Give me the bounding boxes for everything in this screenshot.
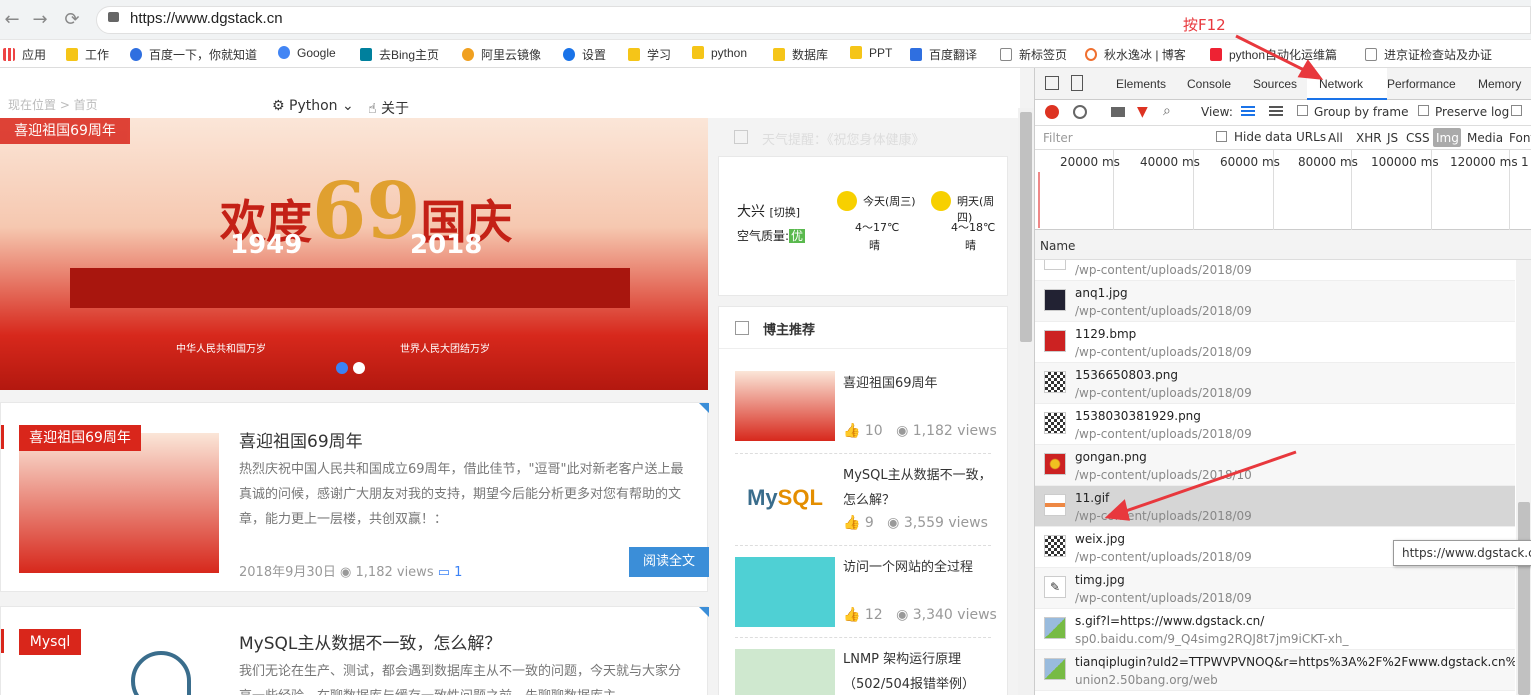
arrow-head — [1297, 59, 1324, 80]
annotation-arrows — [1104, 34, 1324, 521]
arrow-to-network — [1235, 34, 1313, 76]
arrow-to-11gif — [1119, 450, 1297, 515]
arrow-head — [1104, 499, 1130, 521]
